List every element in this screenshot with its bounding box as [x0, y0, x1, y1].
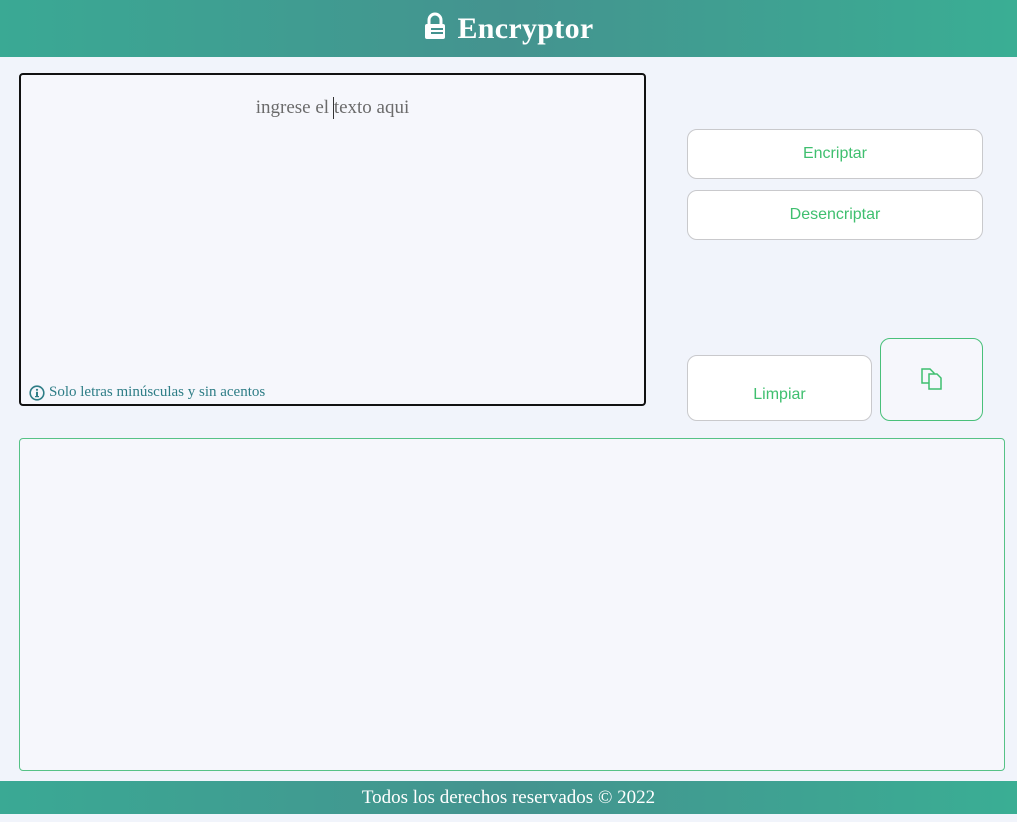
footer: Todos los derechos reservados © 2022 [0, 781, 1017, 814]
info-icon [29, 384, 45, 401]
copy-icon [920, 368, 942, 390]
input-textarea[interactable]: ingrese el texto aqui Solo letras minúsc… [19, 73, 646, 406]
app-header: Encryptor [0, 0, 1017, 57]
lock-icon [425, 12, 446, 39]
output-textarea[interactable] [19, 438, 1005, 771]
input-hint-text: Solo letras minúsculas y sin acentos [49, 384, 266, 400]
app-title: Encryptor [457, 11, 594, 45]
clear-button[interactable]: Limpiar [687, 355, 872, 421]
text-caret [333, 97, 334, 119]
encrypt-button[interactable]: Encriptar [687, 129, 983, 179]
input-hint: Solo letras minúsculas y sin acentos [29, 384, 265, 401]
decrypt-button[interactable]: Desencriptar [687, 190, 983, 240]
copy-button[interactable] [880, 338, 983, 421]
footer-text: Todos los derechos reservados © 2022 [361, 786, 656, 808]
